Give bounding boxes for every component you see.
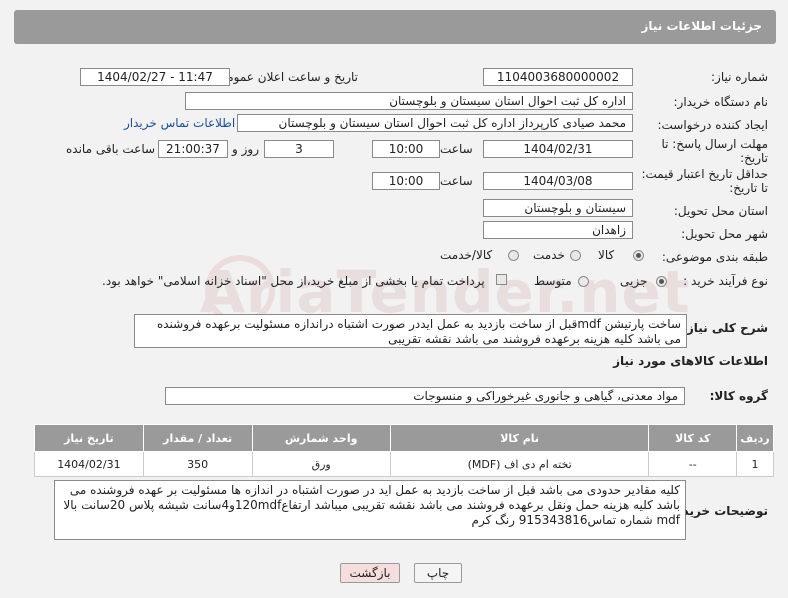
process-label: نوع فرآیند خرید : bbox=[683, 274, 768, 288]
category-label: طبقه بندی موضوعی: bbox=[661, 250, 768, 264]
remaining-time-field: 21:00:37 bbox=[158, 140, 228, 158]
city-label: شهر محل تحویل: bbox=[681, 227, 768, 241]
category-service-label: خدمت bbox=[533, 248, 565, 262]
announce-label: تاریخ و ساعت اعلان عمومی: bbox=[213, 70, 358, 84]
category-goods-service-label: کالا/خدمت bbox=[440, 248, 493, 262]
category-goods-label: کالا bbox=[598, 248, 615, 262]
col-code: کد کالا bbox=[648, 424, 738, 452]
deadline-label-1: مهلت ارسال پاسخ: تا bbox=[661, 137, 768, 151]
treasury-payment-checkbox[interactable] bbox=[496, 274, 507, 285]
day-and-label: روز و bbox=[232, 142, 259, 156]
need-number-field: 1104003680000002 bbox=[483, 68, 633, 86]
cell-unit: ورق bbox=[251, 451, 391, 477]
buyer-org-field: اداره کل ثبت احوال استان سیستان و بلوچست… bbox=[185, 92, 633, 110]
col-unit: واحد شمارش bbox=[251, 424, 391, 452]
table-row: 1 -- تخته ام دی اف (MDF) ورق 350 1404/02… bbox=[34, 451, 774, 477]
cell-quantity: 350 bbox=[142, 451, 253, 477]
deadline-time-field: 10:00 bbox=[372, 140, 440, 158]
process-partial-label: جزیی bbox=[620, 274, 648, 288]
buyer-notes-textarea[interactable]: کلیه مقادیر حدودی می باشد قبل از ساخت با… bbox=[54, 480, 686, 540]
announce-field: 1404/02/27 - 11:47 bbox=[80, 68, 230, 86]
cell-name: تخته ام دی اف (MDF) bbox=[389, 451, 650, 477]
description-label: شرح کلی نیاز: bbox=[682, 321, 768, 335]
col-row: ردیف bbox=[736, 424, 774, 452]
process-partial-radio[interactable] bbox=[656, 276, 667, 287]
validity-date-field: 1404/03/08 bbox=[483, 172, 633, 190]
page-header: جزئیات اطلاعات نیاز bbox=[14, 10, 776, 44]
city-field: زاهدان bbox=[483, 221, 633, 239]
goods-table-header: ردیف کد کالا نام کالا واحد شمارش تعداد /… bbox=[34, 424, 774, 452]
creator-label: ایجاد کننده درخواست: bbox=[657, 118, 768, 132]
province-field: سیستان و بلوچستان bbox=[483, 199, 633, 217]
category-goods-radio[interactable] bbox=[633, 250, 644, 261]
page-title: جزئیات اطلاعات نیاز bbox=[641, 19, 762, 33]
category-goods-service-radio[interactable] bbox=[508, 250, 519, 261]
need-number-label: شماره نیاز: bbox=[711, 70, 768, 84]
validity-label-2: تا تاریخ: bbox=[729, 181, 768, 195]
payment-note: پرداخت تمام یا بخشی از مبلغ خرید،از محل … bbox=[102, 274, 485, 288]
back-button[interactable]: بازگشت bbox=[340, 563, 400, 583]
creator-field: محمد صیادی کارپرداز اداره کل ثبت احوال ا… bbox=[237, 114, 633, 132]
deadline-days-field: 3 bbox=[264, 140, 334, 158]
goods-group-label: گروه کالا: bbox=[709, 389, 768, 403]
goods-section-title: اطلاعات کالاهای مورد نیاز bbox=[613, 354, 768, 368]
cell-date: 1404/02/31 bbox=[34, 451, 144, 477]
validity-hour-label: ساعت bbox=[440, 174, 473, 188]
remaining-label: ساعت باقی مانده bbox=[66, 142, 156, 156]
process-medium-label: متوسط bbox=[534, 274, 572, 288]
col-date: تاریخ نیاز bbox=[34, 424, 144, 452]
buyer-org-label: نام دستگاه خریدار: bbox=[673, 95, 769, 109]
goods-table: ردیف کد کالا نام کالا واحد شمارش تعداد /… bbox=[34, 424, 774, 477]
print-button[interactable]: چاپ bbox=[414, 563, 462, 583]
process-medium-radio[interactable] bbox=[578, 276, 589, 287]
validity-time-field: 10:00 bbox=[372, 172, 440, 190]
deadline-label-2: تاریخ: bbox=[740, 151, 768, 165]
validity-label-1: حداقل تاریخ اعتبار قیمت: bbox=[641, 167, 768, 181]
description-textarea[interactable]: ساخت پارتیشن mdfقبل از ساخت بازدید به عم… bbox=[134, 314, 687, 348]
cell-code: -- bbox=[648, 451, 738, 477]
cell-row: 1 bbox=[736, 451, 774, 477]
deadline-date-field: 1404/02/31 bbox=[483, 140, 633, 158]
goods-group-field: مواد معدنی، گیاهی و جانوری غیرخوراکی و م… bbox=[165, 387, 685, 405]
deadline-hour-label: ساعت bbox=[440, 142, 473, 156]
category-service-radio[interactable] bbox=[570, 250, 581, 261]
col-name: نام کالا bbox=[389, 424, 650, 452]
buyer-contact-link[interactable]: اطلاعات تماس خریدار bbox=[124, 116, 235, 130]
province-label: استان محل تحویل: bbox=[673, 204, 768, 218]
col-quantity: تعداد / مقدار bbox=[142, 424, 253, 452]
